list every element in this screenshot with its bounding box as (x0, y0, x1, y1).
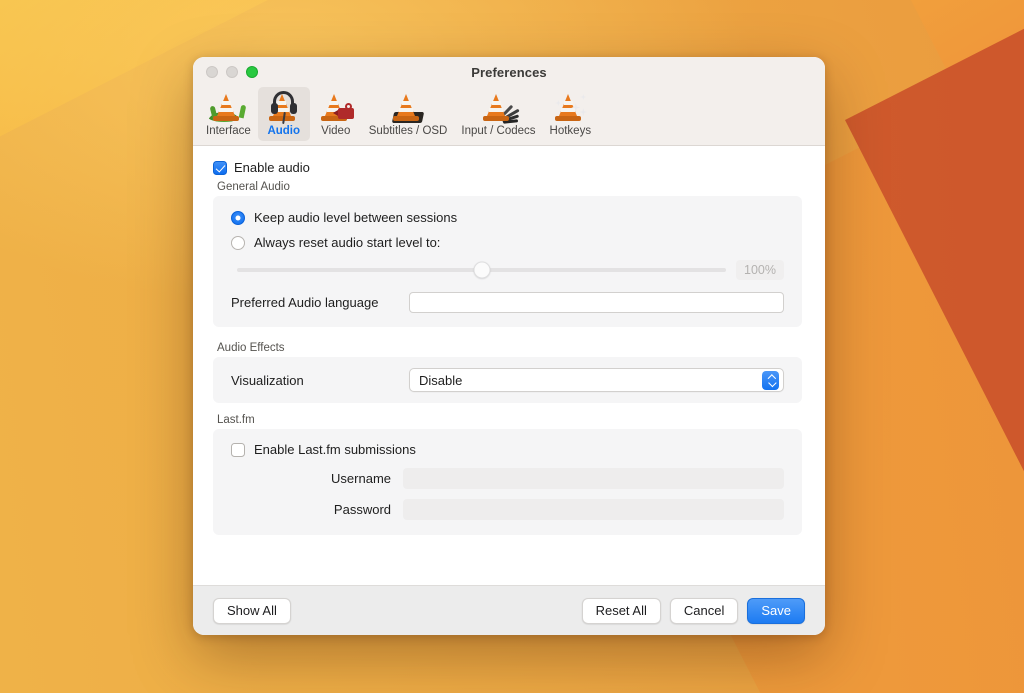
keep-audio-level-row[interactable]: Keep audio level between sessions (231, 210, 784, 225)
toolbar-item-interface[interactable]: Interface (199, 87, 258, 141)
toolbar-item-input-codecs[interactable]: Input / Codecs (454, 87, 542, 141)
lastfm-password-row: Password (231, 499, 784, 520)
reset-audio-level-radio[interactable] (231, 235, 245, 250)
enable-lastfm-row[interactable]: Enable Last.fm submissions (231, 442, 784, 457)
vlc-cone-video-icon (318, 90, 354, 124)
preferred-audio-language-row: Preferred Audio language (231, 292, 784, 313)
close-button (206, 66, 218, 78)
enable-audio-checkbox[interactable] (213, 160, 227, 175)
audio-effects-group: Visualization Disable (213, 357, 802, 403)
volume-slider-row[interactable]: 100% (231, 260, 784, 280)
toolbar-item-video[interactable]: Video (310, 87, 362, 141)
titlebar[interactable]: Preferences (193, 57, 825, 87)
toolbar-label-subtitles: Subtitles / OSD (368, 125, 448, 137)
toolbar-label-input-codecs: Input / Codecs (461, 125, 536, 137)
cancel-button[interactable]: Cancel (669, 597, 739, 624)
desktop-wallpaper: Preferences Interface Audio Video Subtit… (0, 0, 1024, 693)
lastfm-username-label: Username (331, 471, 391, 486)
visualization-label: Visualization (231, 372, 304, 388)
audio-effects-group-title: Audio Effects (217, 342, 285, 354)
preferences-window: Preferences Interface Audio Video Subtit… (193, 57, 825, 635)
bottom-button-bar: Show All Reset All Cancel Save (193, 585, 825, 635)
preferences-content: Enable audio General Audio Keep audio le… (193, 146, 825, 585)
general-audio-group: Keep audio level between sessions Always… (213, 196, 802, 327)
chevron-up-down-icon[interactable] (762, 370, 779, 390)
keep-audio-level-radio[interactable] (231, 210, 245, 225)
visualization-row: Visualization Disable (231, 368, 784, 392)
preferred-audio-language-label: Preferred Audio language (231, 295, 379, 310)
lastfm-group-title: Last.fm (217, 414, 255, 426)
enable-lastfm-checkbox[interactable] (231, 442, 245, 457)
preferred-audio-language-input[interactable] (409, 292, 784, 313)
keep-audio-level-label: Keep audio level between sessions (254, 210, 458, 225)
toolbar-label-interface: Interface (206, 125, 251, 137)
toolbar-label-audio: Audio (267, 125, 301, 137)
save-button[interactable]: Save (747, 597, 805, 624)
enable-lastfm-label: Enable Last.fm submissions (254, 442, 416, 457)
reset-audio-level-label: Always reset audio start level to: (254, 235, 441, 250)
vlc-cone-audio-icon (266, 90, 302, 125)
vlc-cone-hotkeys-icon (552, 90, 588, 124)
minimize-button (226, 66, 238, 78)
vlc-cone-subtitles-icon (390, 90, 426, 124)
volume-slider[interactable] (237, 261, 726, 279)
volume-percent-field[interactable]: 100% (736, 260, 784, 280)
toolbar-item-subtitles[interactable]: Subtitles / OSD (362, 87, 455, 141)
toolbar-item-hotkeys[interactable]: Hotkeys (543, 87, 599, 141)
toolbar-label-video: Video (321, 125, 351, 137)
lastfm-group: Enable Last.fm submissions Username Pass… (213, 429, 802, 535)
enable-audio-row[interactable]: Enable audio (213, 160, 825, 175)
enable-audio-label: Enable audio (234, 160, 310, 175)
window-title: Preferences (471, 64, 547, 80)
traffic-lights[interactable] (206, 66, 258, 78)
window-chrome: Preferences Interface Audio Video Subtit… (193, 57, 825, 146)
lastfm-password-label: Password (333, 502, 391, 517)
vlc-cone-interface-icon (208, 90, 247, 124)
show-all-button[interactable]: Show All (213, 597, 291, 624)
toolbar-label-hotkeys: Hotkeys (549, 125, 592, 137)
lastfm-username-input[interactable] (403, 468, 784, 489)
lastfm-password-input[interactable] (403, 499, 784, 520)
reset-all-button[interactable]: Reset All (581, 597, 661, 624)
zoom-button[interactable] (246, 66, 258, 78)
visualization-select[interactable]: Disable (409, 368, 784, 392)
lastfm-username-row: Username (231, 468, 784, 489)
toolbar: Interface Audio Video Subtitles / OSD In… (193, 87, 825, 145)
volume-slider-knob[interactable] (473, 261, 490, 279)
general-audio-group-title: General Audio (217, 181, 290, 193)
reset-audio-level-row[interactable]: Always reset audio start level to: (231, 235, 784, 250)
vlc-cone-input-icon (480, 90, 520, 124)
visualization-selected-value: Disable (419, 372, 463, 388)
toolbar-item-audio[interactable]: Audio (257, 87, 310, 141)
